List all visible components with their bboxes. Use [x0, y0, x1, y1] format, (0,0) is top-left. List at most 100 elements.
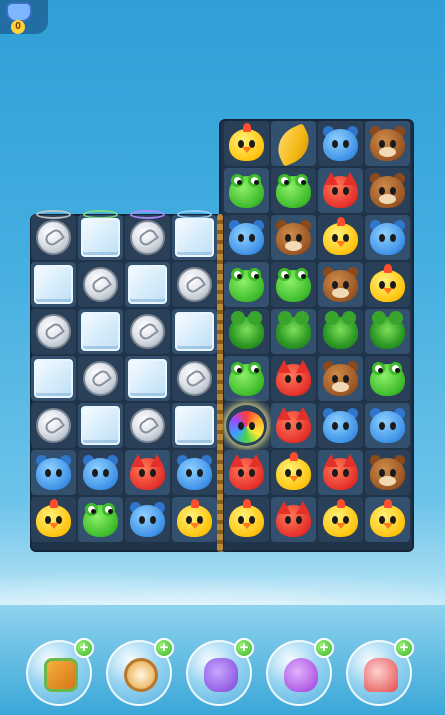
fox-piece[interactable]	[320, 170, 361, 211]
frog-piece[interactable]	[273, 170, 314, 211]
board-cell[interactable]	[124, 402, 171, 449]
board-cell[interactable]	[364, 120, 411, 167]
board-cell[interactable]	[317, 402, 364, 449]
chick-piece[interactable]	[320, 499, 361, 540]
broccoli-piece[interactable]	[273, 311, 314, 352]
broccoli-piece[interactable]	[367, 311, 408, 352]
board-cell[interactable]	[30, 210, 77, 261]
chick-piece[interactable]	[226, 499, 267, 540]
hippo-piece[interactable]	[320, 405, 361, 446]
chick-piece[interactable]	[320, 217, 361, 258]
board-cell[interactable]	[317, 308, 364, 355]
board-cell[interactable]	[223, 402, 270, 449]
hippo-piece[interactable]	[33, 452, 74, 493]
add-booster-icon[interactable]: +	[154, 638, 174, 658]
board-cell[interactable]	[364, 167, 411, 214]
board-cell[interactable]	[124, 355, 171, 402]
hippo-piece[interactable]	[320, 123, 361, 164]
chick-piece[interactable]	[367, 264, 408, 305]
frog-piece[interactable]	[367, 358, 408, 399]
board-cell[interactable]	[223, 167, 270, 214]
booster-clock[interactable]: +	[106, 638, 174, 706]
broccoli-piece[interactable]	[320, 311, 361, 352]
board-cell[interactable]	[223, 496, 270, 543]
fox-piece[interactable]	[127, 452, 168, 493]
board-cell[interactable]	[317, 261, 364, 308]
board-cell[interactable]	[77, 402, 124, 449]
board-cell[interactable]	[364, 214, 411, 261]
board-cell[interactable]	[124, 210, 171, 261]
frog-piece[interactable]	[226, 358, 267, 399]
frog-piece[interactable]	[226, 264, 267, 305]
board-cell[interactable]	[171, 210, 218, 261]
chick-piece[interactable]	[33, 499, 74, 540]
booster-fish[interactable]: +	[266, 638, 334, 706]
bear-piece[interactable]	[367, 123, 408, 164]
bear-piece[interactable]	[320, 264, 361, 305]
fox-piece[interactable]	[273, 405, 314, 446]
frog-piece[interactable]	[80, 499, 121, 540]
board-cell[interactable]	[223, 261, 270, 308]
board-cell[interactable]	[30, 496, 77, 543]
board-cell[interactable]	[317, 355, 364, 402]
add-booster-icon[interactable]: +	[74, 638, 94, 658]
board-cell[interactable]	[77, 449, 124, 496]
board-cell[interactable]	[317, 214, 364, 261]
frog-piece[interactable]	[273, 264, 314, 305]
board-cell[interactable]	[223, 308, 270, 355]
board-cell[interactable]	[30, 261, 77, 308]
board-cell[interactable]	[223, 355, 270, 402]
board-cell[interactable]	[124, 496, 171, 543]
chick-piece[interactable]	[367, 499, 408, 540]
board-cell[interactable]	[77, 496, 124, 543]
board-cell[interactable]	[270, 120, 317, 167]
frog-piece[interactable]	[226, 170, 267, 211]
board-cell[interactable]	[223, 214, 270, 261]
moves-counter-badge[interactable]: 0	[0, 0, 48, 34]
bear-piece[interactable]	[273, 217, 314, 258]
add-booster-icon[interactable]: +	[394, 638, 414, 658]
board-cell[interactable]	[171, 355, 218, 402]
chick-piece[interactable]	[174, 499, 215, 540]
banana-piece[interactable]	[270, 123, 317, 167]
add-booster-icon[interactable]: +	[234, 638, 254, 658]
add-booster-icon[interactable]: +	[314, 638, 334, 658]
bear-piece[interactable]	[367, 170, 408, 211]
board-cell[interactable]	[30, 449, 77, 496]
board-cell[interactable]	[30, 308, 77, 355]
booster-color-swap[interactable]: +	[26, 638, 94, 706]
board-cell[interactable]	[30, 355, 77, 402]
board-cell[interactable]	[270, 261, 317, 308]
board-cell[interactable]	[30, 402, 77, 449]
board-cell[interactable]	[171, 402, 218, 449]
board-cell[interactable]	[77, 210, 124, 261]
hippo-piece[interactable]	[367, 217, 408, 258]
board-cell[interactable]	[317, 120, 364, 167]
board-cell[interactable]	[270, 308, 317, 355]
board-cell[interactable]	[364, 402, 411, 449]
board-cell[interactable]	[171, 308, 218, 355]
board-cell[interactable]	[364, 449, 411, 496]
board-cell[interactable]	[364, 355, 411, 402]
fox-piece[interactable]	[273, 358, 314, 399]
board-cell[interactable]	[270, 355, 317, 402]
hippo-piece[interactable]	[226, 217, 267, 258]
fox-piece[interactable]	[273, 499, 314, 540]
board-cell[interactable]	[317, 449, 364, 496]
board-cell[interactable]	[270, 402, 317, 449]
bear-piece[interactable]	[320, 358, 361, 399]
board-cell[interactable]	[364, 308, 411, 355]
board-cell[interactable]	[270, 496, 317, 543]
fox-piece[interactable]	[320, 452, 361, 493]
chick-piece[interactable]	[273, 452, 314, 493]
board-cell[interactable]	[171, 449, 218, 496]
broccoli-piece[interactable]	[226, 311, 267, 352]
fox-piece[interactable]	[226, 452, 267, 493]
board-cell[interactable]	[77, 355, 124, 402]
board-cell[interactable]	[364, 496, 411, 543]
booster-rocket[interactable]: +	[346, 638, 414, 706]
board-cell[interactable]	[171, 261, 218, 308]
board-cell[interactable]	[270, 214, 317, 261]
hippo-piece[interactable]	[174, 452, 215, 493]
board-cell[interactable]	[171, 496, 218, 543]
